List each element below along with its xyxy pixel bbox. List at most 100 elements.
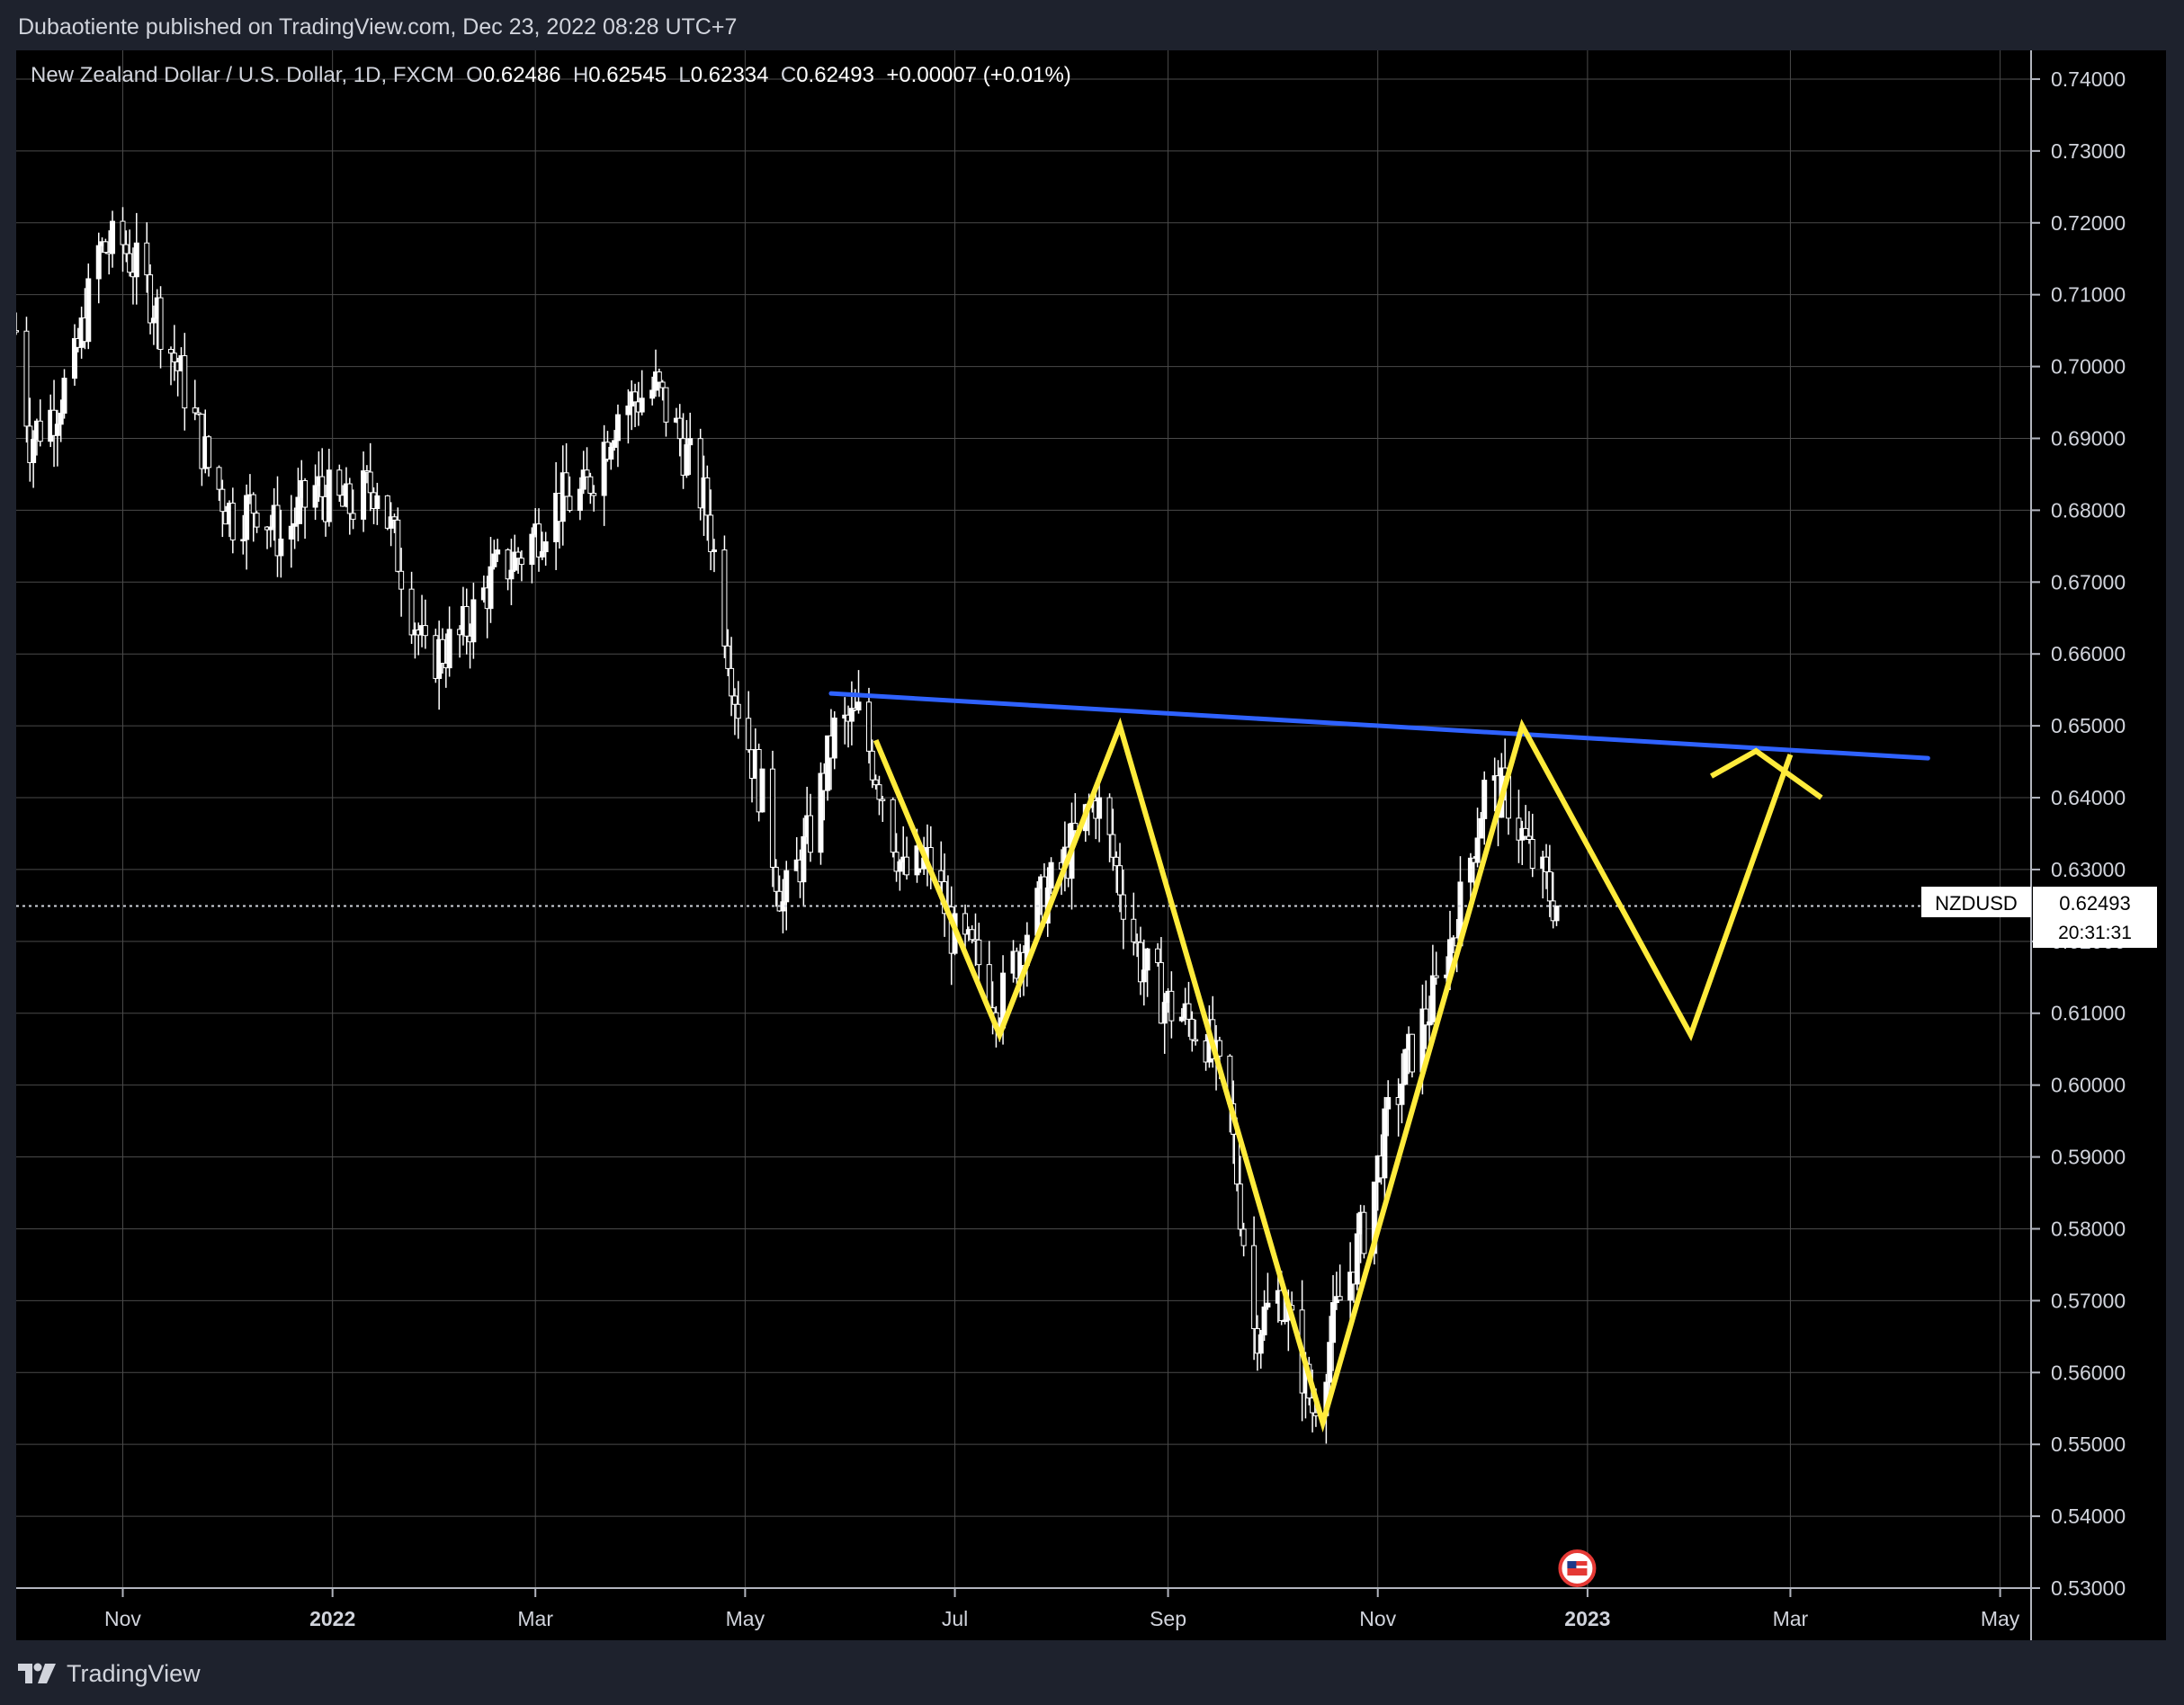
candle-body: [439, 638, 445, 665]
candle-body: [518, 558, 524, 566]
price-axis[interactable]: 0.74000 0.73000 0.72000 0.71000 0.70000 0.690…: [2030, 50, 2166, 1640]
candle-body: [614, 414, 621, 442]
chart-panel[interactable]: 0.74000 0.73000 0.72000 0.71000 0.70000 0.690…: [16, 50, 2166, 1640]
candle-body: [1330, 1302, 1337, 1343]
candle-body: [95, 245, 102, 280]
time-tick-label: 2023: [1564, 1607, 1610, 1630]
candle-body: [676, 417, 683, 440]
candle-body: [1478, 817, 1484, 839]
price-tick-label: 0.67000: [2051, 570, 2126, 594]
candle-body: [1258, 1334, 1264, 1354]
candle-body: [16, 330, 19, 333]
candle-body: [422, 625, 428, 637]
candle-body: [361, 470, 367, 520]
candle-body: [880, 799, 886, 801]
time-tick-label: Nov: [1359, 1607, 1396, 1630]
candle-body: [725, 645, 731, 669]
candle-body: [1544, 856, 1550, 872]
candle-body: [608, 446, 614, 460]
candle-body: [1265, 1302, 1271, 1308]
candle-body: [391, 516, 398, 521]
time-tick-label: May: [1981, 1607, 2020, 1630]
price-tick-label: 0.59000: [2051, 1146, 2126, 1169]
time-tick-label: Mar: [1773, 1607, 1809, 1630]
open-value: 0.62486: [482, 63, 561, 87]
candle-body: [542, 541, 549, 553]
candle-body: [254, 513, 260, 528]
price-tick-label: 0.60000: [2051, 1074, 2126, 1097]
time-tick-label: Mar: [517, 1607, 553, 1630]
candle-body: [446, 629, 452, 669]
high-label: H: [572, 63, 589, 87]
candle-body: [1106, 797, 1113, 835]
price-tick-label: 0.69000: [2051, 426, 2126, 450]
candle-body: [1433, 975, 1439, 978]
candle-body: [539, 551, 545, 558]
candle-body: [855, 701, 862, 710]
candle-body: [1168, 990, 1175, 1022]
price-tag: NZDUSD 0.62493 20:31:31: [1921, 887, 2157, 948]
candle-body: [110, 220, 116, 254]
grid: [16, 50, 2031, 1589]
candle-body: [395, 519, 401, 572]
time-tick-label: Nov: [104, 1607, 141, 1630]
candle-body: [206, 436, 212, 469]
candle-body: [783, 870, 790, 903]
time-tick-label: May: [726, 1607, 765, 1630]
candle-body: [801, 835, 807, 883]
high-value: 0.62545: [588, 63, 667, 87]
low-value: 0.62334: [690, 63, 769, 87]
candle-body: [1402, 1049, 1409, 1085]
time-tick-label: Jul: [942, 1607, 968, 1630]
price-tick-label: 0.61000: [2051, 1002, 2126, 1025]
candle-body: [1237, 1183, 1243, 1230]
candle-body: [529, 533, 535, 566]
candle-body: [302, 479, 309, 508]
candle-body: [1337, 1296, 1343, 1301]
price-tick-label: 0.71000: [2051, 283, 2126, 307]
candle-body: [350, 513, 356, 520]
close-value: 0.62493: [796, 63, 874, 87]
candle-body: [890, 799, 896, 853]
candle-body: [1474, 837, 1481, 863]
candle-body: [1141, 969, 1147, 983]
candle-body: [508, 569, 515, 580]
price-tick-label: 0.58000: [2051, 1217, 2126, 1240]
candle-body: [876, 784, 882, 800]
candle-body: [1048, 861, 1054, 888]
candle-body: [746, 718, 752, 751]
candle-body: [584, 469, 590, 478]
publisher-line: Dubaotiente published on TradingView.com…: [18, 14, 738, 40]
candle-body: [515, 551, 522, 559]
close-label: C: [780, 63, 797, 87]
projection-arrow-head: [1710, 747, 1823, 800]
candle-body: [1110, 834, 1116, 858]
tradingview-brand[interactable]: TradingView: [18, 1658, 201, 1689]
candle-body: [1481, 780, 1488, 819]
candle-body: [374, 495, 380, 510]
candle-body: [904, 856, 910, 876]
publisher-header: Dubaotiente published on TradingView.com…: [0, 0, 2184, 50]
price-chart[interactable]: 0.74000 0.73000 0.72000 0.71000 0.70000 0.690…: [16, 50, 2166, 1640]
candle-body: [123, 244, 130, 254]
candle-body: [250, 494, 256, 514]
event-markers[interactable]: [1558, 1549, 1597, 1587]
tradingview-logo-icon: [18, 1663, 56, 1683]
us-flag-event-icon[interactable]: [1558, 1549, 1597, 1587]
candle-body: [687, 438, 694, 446]
price-tick-label: 0.66000: [2051, 642, 2126, 665]
candle-body: [144, 242, 150, 276]
price-tick-label: 0.68000: [2051, 498, 2126, 522]
candle-body: [148, 274, 154, 324]
candle-body: [1399, 1084, 1405, 1105]
symbol-legend[interactable]: New Zealand Dollar / U.S. Dollar, 1D, FX…: [31, 63, 1071, 88]
candle-body: [470, 599, 477, 643]
time-axis[interactable]: Nov 2022 Mar May Jul Sep Nov 2023 Mar May: [16, 1587, 2031, 1630]
drawings[interactable]: [828, 691, 1930, 1433]
candle-body: [1523, 827, 1529, 837]
price-tick-label: 0.63000: [2051, 858, 2126, 881]
price-tick-label: 0.73000: [2051, 139, 2126, 163]
candle-body: [663, 387, 669, 423]
candle-body: [346, 483, 353, 514]
candle-body: [897, 861, 903, 872]
